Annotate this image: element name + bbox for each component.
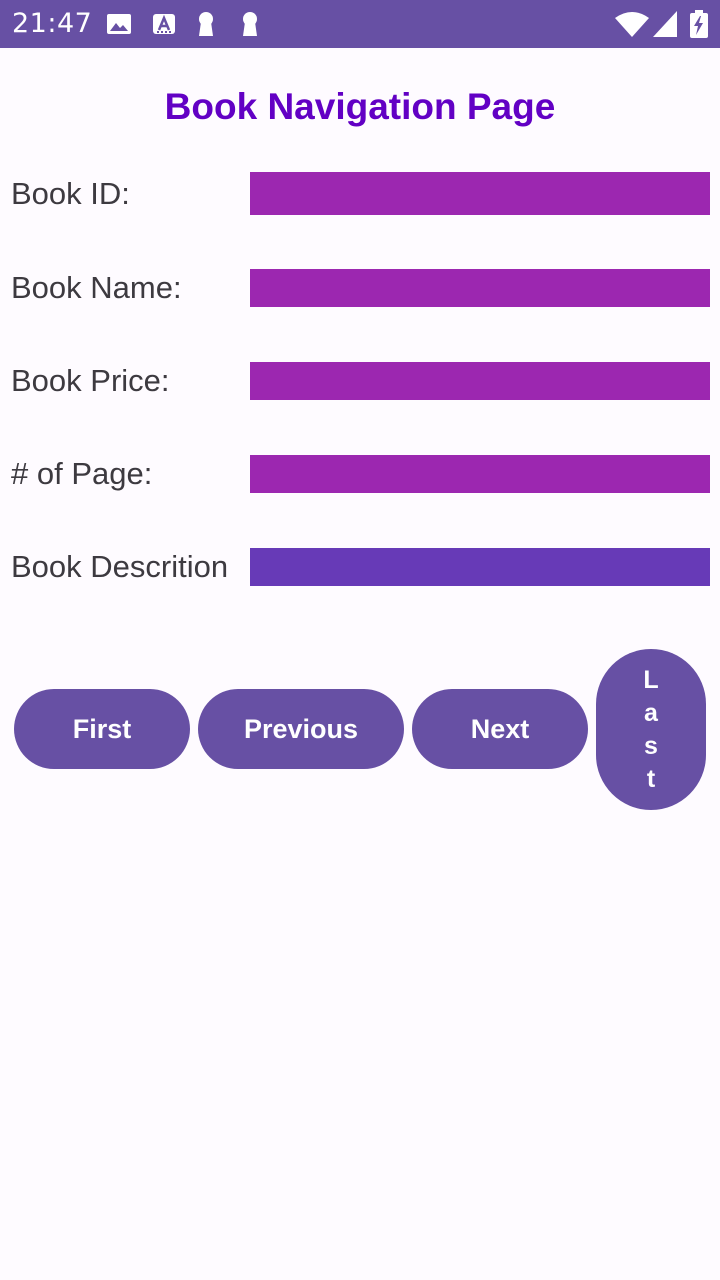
book-id-row: Book ID: [0,172,720,216]
first-button[interactable]: First [14,689,190,769]
status-bar: 21:47 [0,0,720,48]
last-button-label: Last [643,665,659,793]
last-button[interactable]: Last [596,649,706,810]
previous-button-label: Previous [243,713,359,744]
book-id-field[interactable] [250,172,710,215]
status-time: 21:47 [12,8,93,39]
page-count-field[interactable] [250,455,710,493]
cell-signal-icon [652,10,678,38]
book-name-row: Book Name: [0,266,720,310]
keyhole-icon [196,10,216,38]
image-icon [106,10,132,38]
text-format-icon [152,10,176,38]
book-description-row: Book Descrition [0,545,720,589]
keyhole-icon [240,10,260,38]
book-price-field[interactable] [250,362,710,400]
book-description-field[interactable] [250,548,710,586]
book-description-label: Book Descrition [11,549,229,584]
next-button-label: Next [470,713,530,744]
book-price-row: Book Price: [0,359,720,403]
next-button[interactable]: Next [412,689,588,769]
battery-charging-icon [688,10,710,38]
book-name-field[interactable] [250,269,710,307]
page-count-row: # of Page: [0,452,720,496]
previous-button[interactable]: Previous [198,689,404,769]
book-price-label: Book Price: [11,363,170,398]
page-count-label: # of Page: [11,456,153,491]
book-name-label: Book Name: [11,270,182,305]
book-id-label: Book ID: [11,176,130,211]
page-title: Book Navigation Page [164,86,556,127]
first-button-label: First [72,713,132,744]
wifi-icon [614,10,650,38]
